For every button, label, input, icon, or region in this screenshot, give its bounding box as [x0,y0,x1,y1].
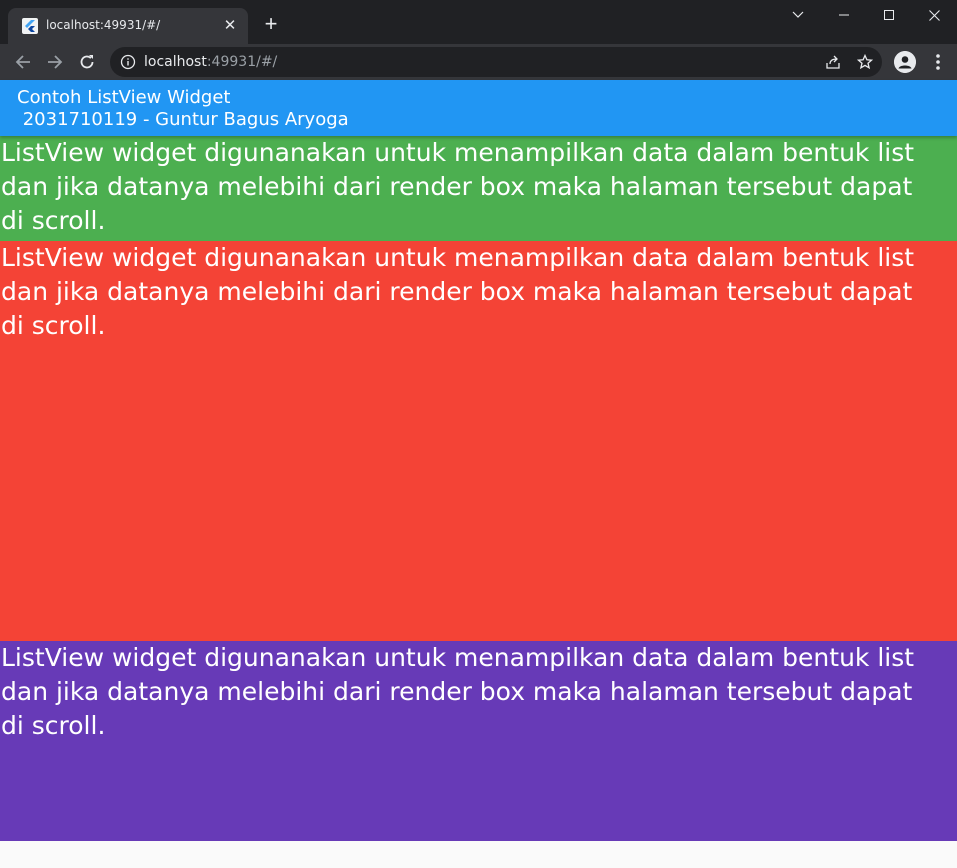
browser-titlebar: localhost:49931/#/ ✕ + [0,0,957,44]
app-title-line-2: 2031710119 - Guntur Bagus Aryoga [17,109,349,130]
browser-toolbar: localhost:49931/#/ [0,44,957,80]
tab-title: localhost:49931/#/ [46,18,161,32]
chevron-down-icon[interactable] [775,0,821,30]
profile-icon[interactable] [894,51,916,73]
forward-arrow-icon[interactable] [41,48,69,76]
maximize-icon[interactable] [866,0,912,30]
close-icon[interactable]: ✕ [220,16,240,36]
page-title: Contoh ListView Widget 2031710119 - Gunt… [17,87,349,131]
app-bar: Contoh ListView Widget 2031710119 - Gunt… [0,80,957,136]
address-url: localhost:49931/#/ [144,54,277,70]
flutter-favicon-icon [22,18,38,34]
list-item: ListView widget digunanakan untuk menamp… [0,641,957,841]
list-view[interactable]: ListView widget digunanakan untuk menamp… [0,136,957,841]
more-vert-icon[interactable] [930,52,946,72]
url-path: :49931/#/ [206,54,278,70]
list-item: ListView widget digunanakan untuk menamp… [0,241,957,641]
back-arrow-icon[interactable] [9,48,37,76]
minimize-icon[interactable] [821,0,867,30]
address-bar[interactable]: localhost:49931/#/ [110,47,882,77]
info-icon[interactable] [120,54,136,70]
window-close-icon[interactable] [911,0,957,30]
browser-tab[interactable]: localhost:49931/#/ ✕ [8,8,248,44]
list-item: ListView widget digunanakan untuk menamp… [0,136,957,241]
star-icon[interactable] [856,53,874,70]
share-icon[interactable] [825,54,841,70]
reload-icon[interactable] [73,48,101,76]
plus-icon[interactable]: + [260,13,282,36]
app-title-line-1: Contoh ListView Widget [17,87,231,108]
url-host: localhost [144,54,207,70]
